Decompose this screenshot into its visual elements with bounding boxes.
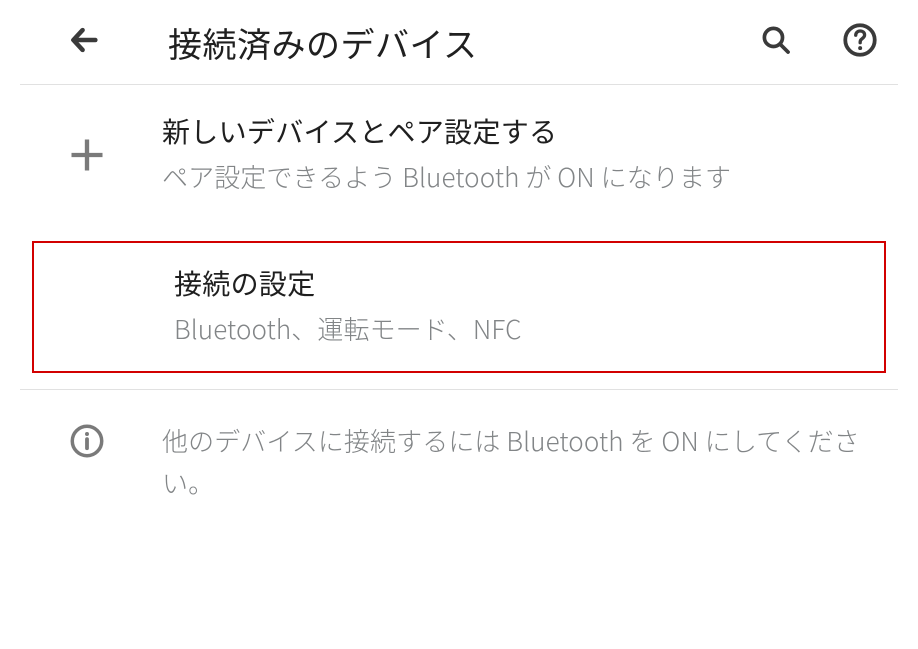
pair-new-device-title: 新しいデバイスとペア設定する xyxy=(162,113,868,151)
plus-icon xyxy=(12,135,162,175)
help-icon xyxy=(841,21,879,64)
help-button[interactable] xyxy=(838,20,882,64)
search-button[interactable] xyxy=(754,20,798,64)
back-button[interactable] xyxy=(62,20,106,64)
connection-preferences-title: 接続の設定 xyxy=(174,265,846,303)
bluetooth-info-row: 他のデバイスに接続するには Bluetooth を ON にしてください。 xyxy=(12,390,906,531)
pair-new-device-row[interactable]: 新しいデバイスとペア設定する ペア設定できるよう Bluetooth が ON … xyxy=(12,85,906,225)
arrow-left-icon xyxy=(67,23,101,62)
connection-preferences-row[interactable]: 接続の設定 Bluetooth、運転モード、NFC xyxy=(32,241,886,373)
app-bar: 接続済みのデバイス xyxy=(12,0,906,84)
bluetooth-info-text: 他のデバイスに接続するには Bluetooth を ON にしてください。 xyxy=(162,418,898,503)
connection-preferences-subtitle: Bluetooth、運転モード、NFC xyxy=(174,309,846,349)
connection-preferences-icon-slot xyxy=(34,265,174,349)
search-icon xyxy=(759,23,793,62)
header-actions xyxy=(754,20,898,64)
page-title: 接続済みのデバイス xyxy=(168,18,754,67)
info-icon xyxy=(12,418,162,460)
pair-new-device-body: 新しいデバイスとペア設定する ペア設定できるよう Bluetooth が ON … xyxy=(162,113,898,197)
connection-preferences-body: 接続の設定 Bluetooth、運転モード、NFC xyxy=(174,265,876,349)
pair-new-device-subtitle: ペア設定できるよう Bluetooth が ON になります xyxy=(162,157,868,197)
